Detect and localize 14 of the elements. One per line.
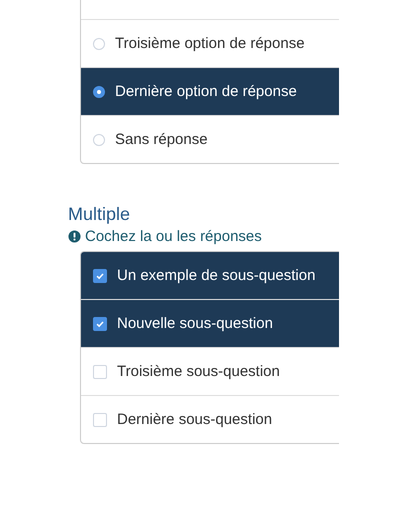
checkbox[interactable] (93, 316, 107, 330)
sub-question-option[interactable]: Dernière sous-question (81, 396, 339, 443)
answer-option[interactable]: Dernière option de réponse (81, 68, 339, 116)
sub-question-option[interactable]: Un exemple de sous-question (81, 252, 339, 300)
checkbox[interactable] (93, 268, 107, 282)
hint-text: Cochez la ou les réponses (85, 228, 262, 245)
section-title: Multiple (68, 204, 132, 225)
answer-option[interactable]: Sans réponse (81, 116, 339, 163)
radio-button[interactable] (93, 86, 105, 98)
check-icon (95, 318, 105, 328)
check-icon (95, 270, 105, 280)
sub-question-option[interactable]: Troisième sous-question (81, 348, 339, 396)
exclamation-icon (68, 230, 81, 243)
sub-question-option[interactable]: Nouvelle sous-question (81, 300, 339, 348)
